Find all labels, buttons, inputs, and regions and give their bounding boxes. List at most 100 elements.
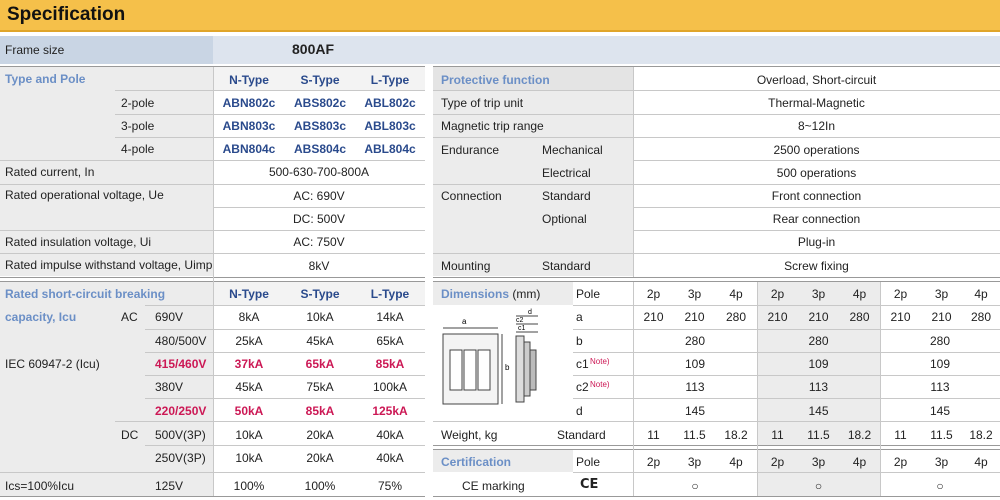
breaking-header-n: N-Type <box>229 287 269 301</box>
cert-pole-2: 4p <box>729 455 743 469</box>
mounting-std-label: Standard <box>542 259 591 273</box>
brk-n-0: 8kA <box>238 310 260 324</box>
insulation-label: Rated insulation voltage, Ui <box>5 235 152 249</box>
op-voltage-ac: AC: 690V <box>293 189 345 203</box>
dim-pole-6: 2p <box>893 287 908 301</box>
conn-optional-label: Optional <box>542 212 587 226</box>
model-l-3: ABL803c <box>364 119 416 133</box>
conn-standard-value: Front connection <box>771 189 862 203</box>
conn-optional-value-2: Plug-in <box>797 235 836 249</box>
model-s-3: ABS803c <box>293 119 347 133</box>
mechanical-value: 2500 operations <box>773 143 860 157</box>
trip-range-value: 8~12In <box>797 119 836 133</box>
impulse-label: Rated impulse withstand voltage, Uimp <box>5 258 213 272</box>
weight-value-3: 11 <box>771 428 784 442</box>
dim-a-4: 210 <box>808 310 829 324</box>
brk-s-2: 65kA <box>305 357 335 371</box>
brk-n-3: 45kA <box>235 380 263 394</box>
dc-label: DC <box>121 428 139 442</box>
connection-label: Connection <box>441 189 502 203</box>
ce-mark-3: ○ <box>936 479 944 493</box>
brk-v-3: 380V <box>155 380 184 394</box>
dim-a-5: 280 <box>849 310 870 324</box>
brk-n-1: 25kA <box>235 334 263 348</box>
mounting-value: Screw fixing <box>784 259 849 273</box>
iec-label: IEC 60947-2 (Icu) <box>5 357 100 371</box>
dim-d-value-2: 145 <box>929 404 951 418</box>
protective-label: Protective function <box>441 73 550 87</box>
brk-v-5: 500V(3P) <box>155 428 206 442</box>
protective-value: Overload, Short-circuit <box>756 73 877 87</box>
brk-n-5: 10kA <box>235 428 263 442</box>
dimensions-unit: (mm) <box>512 287 541 301</box>
cert-pole-1: 3p <box>687 455 702 469</box>
breaking-label-2: capacity, Icu <box>5 310 77 324</box>
model-l-2: ABL802c <box>364 96 416 110</box>
model-n-4: ABN804c <box>222 142 276 156</box>
dim-c1-value-2: 109 <box>929 357 951 371</box>
dim-c2-value-1: 113 <box>808 380 829 394</box>
dim-a-8: 280 <box>970 310 992 324</box>
dim-pole-0: 2p <box>646 287 661 301</box>
type-header-l: L-Type <box>370 73 410 87</box>
brk-s-6: 20kA <box>306 451 334 465</box>
ics-v: 125V <box>155 479 184 493</box>
model-n-3: ABN803c <box>222 119 276 133</box>
brk-v-0: 690V <box>155 310 184 324</box>
pole-4-label: 4-pole <box>121 142 155 156</box>
note-marker-1: Note) <box>590 357 610 366</box>
dim-a-7: 210 <box>931 310 952 324</box>
dim-d-value-1: 145 <box>808 404 829 418</box>
rated-current-label: Rated current, In <box>5 165 95 179</box>
brk-n-4: 50kA <box>234 404 264 418</box>
brk-s-4: 85kA <box>305 404 335 418</box>
brk-l-2: 85kA <box>375 357 405 371</box>
brk-v-1: 480/500V <box>155 334 207 348</box>
dim-b-value-1: 280 <box>808 334 829 348</box>
ce-mark-1: ○ <box>691 479 699 493</box>
dim-pole-7: 3p <box>934 287 949 301</box>
ce-mark-2: ○ <box>814 479 823 493</box>
model-s-2: ABS802c <box>293 96 347 110</box>
dim-pole-8: 4p <box>974 287 988 301</box>
ics-s: 100% <box>304 479 336 493</box>
brk-l-5: 40kA <box>376 428 404 442</box>
cert-pole-6: 2p <box>893 455 908 469</box>
brk-s-3: 75kA <box>306 380 334 394</box>
dim-c1-value-1: 109 <box>808 357 829 371</box>
cert-pole-3: 2p <box>770 455 785 469</box>
weight-standard-label: Standard <box>557 428 606 442</box>
dim-a-2: 280 <box>725 310 747 324</box>
ce-mark-icon: CE <box>580 477 599 492</box>
weight-label: Weight, kg <box>441 428 498 442</box>
model-s-4: ABS804c <box>293 142 347 156</box>
brk-l-1: 65kA <box>376 334 404 348</box>
type-pole-label: Type and Pole <box>5 72 86 86</box>
certification-label: Certification <box>441 455 512 469</box>
spec-sheet: Specification Frame size 800AF Type and … <box>0 0 1000 500</box>
title-bar <box>0 0 1000 32</box>
ics-label: Ics=100%Icu <box>5 479 75 493</box>
dim-c1-label: c1 <box>576 357 589 371</box>
brk-v-2: 415/460V <box>155 357 207 371</box>
weight-value-1: 11.5 <box>683 428 706 442</box>
trip-unit-label: Type of trip unit <box>441 96 524 110</box>
weight-value-7: 11.5 <box>930 428 953 442</box>
dimensions-label: Dimensions <box>441 287 510 301</box>
model-n-2: ABN802c <box>222 96 276 110</box>
dim-a-label: a <box>576 310 583 324</box>
diagram-label-c2: c2 <box>516 317 524 324</box>
ics-l: 75% <box>377 479 403 493</box>
brk-l-3: 100kA <box>372 380 408 394</box>
brk-s-5: 20kA <box>306 428 334 442</box>
model-l-4: ABL804c <box>364 142 416 156</box>
conn-standard-label: Standard <box>542 189 591 203</box>
diagram-label-b: b <box>505 363 510 372</box>
dim-b-label: b <box>576 334 583 348</box>
cert-pole-4: 3p <box>811 455 826 469</box>
dim-a-6: 210 <box>890 310 911 324</box>
breaking-label-1: Rated short-circuit breaking <box>5 287 166 301</box>
dimensions-label-group: Dimensions (mm) <box>441 287 540 301</box>
ics-n: 100% <box>233 479 265 493</box>
dim-c2-value-0: 113 <box>685 380 705 394</box>
